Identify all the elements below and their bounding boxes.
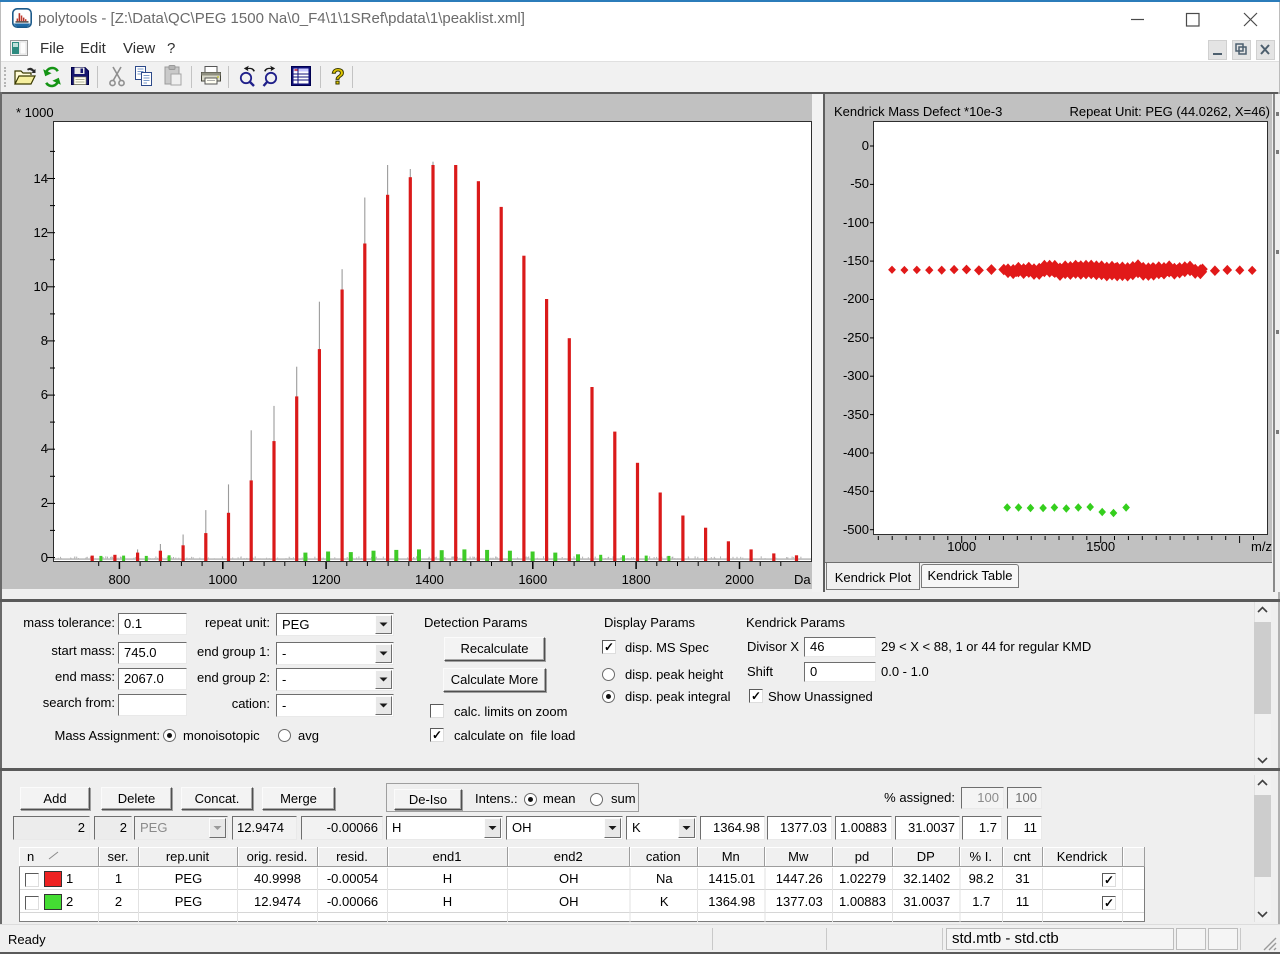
svg-text:?: ? (331, 65, 344, 89)
